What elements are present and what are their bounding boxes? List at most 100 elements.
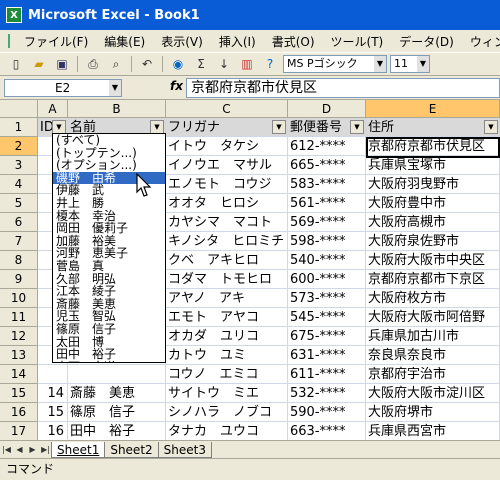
table-cell[interactable]: 16 <box>38 422 68 440</box>
row-header[interactable]: 13 <box>0 346 38 365</box>
table-cell[interactable]: 大阪府堺市 <box>366 403 500 422</box>
workbook-icon[interactable] <box>8 34 10 48</box>
table-cell[interactable]: 京都府京都市下京区 <box>366 270 500 289</box>
table-cell[interactable]: タナカ ユウコ <box>166 422 288 440</box>
row-header[interactable]: 4 <box>0 175 38 194</box>
table-cell[interactable]: 大阪府大阪市中央区 <box>366 251 500 270</box>
table-cell[interactable]: 590-**** <box>288 403 366 422</box>
font-size-select[interactable]: 11 ▼ <box>390 55 430 73</box>
tab-sheet3[interactable]: Sheet3 <box>157 441 212 458</box>
next-sheet-icon[interactable]: ▶ <box>26 445 39 454</box>
table-cell[interactable]: 兵庫県西宮市 <box>366 422 500 440</box>
menu-tools[interactable]: ツール(T) <box>323 33 392 50</box>
table-cell[interactable]: シノハラ ノブコ <box>166 403 288 422</box>
hyperlink-icon[interactable]: ◉ <box>168 55 188 73</box>
filter-dropdown-icon[interactable]: ▼ <box>52 120 66 134</box>
table-cell[interactable]: カヤシマ マコト <box>166 213 288 232</box>
row-header[interactable]: 17 <box>0 422 38 440</box>
table-cell[interactable]: コウノ エミコ <box>166 365 288 384</box>
table-cell[interactable]: キノシタ ヒロミチ <box>166 232 288 251</box>
menu-edit[interactable]: 編集(E) <box>96 33 153 50</box>
table-cell[interactable]: 631-**** <box>288 346 366 365</box>
column-header-d[interactable]: D <box>288 100 366 118</box>
table-cell[interactable] <box>38 365 68 384</box>
autofilter-dropdown-list[interactable]: (すべて) (トップテン...) (オプション...) 磯野 由希 伊藤 武井上 勝榎本… <box>52 133 166 363</box>
column-header-c[interactable]: C <box>166 100 288 118</box>
menu-file[interactable]: ファイル(F) <box>16 33 96 50</box>
table-cell[interactable]: 583-**** <box>288 175 366 194</box>
row-header[interactable]: 3 <box>0 156 38 175</box>
table-cell[interactable]: サイトウ ミエ <box>166 384 288 403</box>
row-header[interactable]: 7 <box>0 232 38 251</box>
select-all-corner[interactable] <box>0 100 38 118</box>
table-cell[interactable]: 569-**** <box>288 213 366 232</box>
column-header-a[interactable]: A <box>38 100 68 118</box>
row-header[interactable]: 10 <box>0 289 38 308</box>
name-box[interactable]: E2 ▼ <box>4 79 122 97</box>
filter-option[interactable]: 江本 綾子 <box>53 285 165 298</box>
open-icon[interactable]: ▰ <box>29 55 49 73</box>
filter-option[interactable]: 岡田 優莉子 <box>53 222 165 235</box>
table-cell[interactable]: 532-**** <box>288 384 366 403</box>
print-icon[interactable]: ⎙ <box>83 55 103 73</box>
table-cell[interactable]: 田中 裕子 <box>68 422 166 440</box>
filter-dropdown-icon[interactable]: ▼ <box>484 120 498 134</box>
row-header[interactable]: 6 <box>0 213 38 232</box>
filter-option[interactable]: 木下 宏道 <box>53 361 165 362</box>
menu-view[interactable]: 表示(V) <box>153 33 211 50</box>
undo-icon[interactable]: ↶ <box>137 55 157 73</box>
table-cell[interactable]: 611-**** <box>288 365 366 384</box>
filter-dropdown-icon[interactable]: ▼ <box>350 120 364 134</box>
table-cell[interactable]: アヤノ アキ <box>166 289 288 308</box>
row-header[interactable]: 15 <box>0 384 38 403</box>
chevron-down-icon[interactable]: ▼ <box>374 56 386 72</box>
table-cell[interactable]: オカダ ユリコ <box>166 327 288 346</box>
table-cell[interactable]: カトウ ユミ <box>166 346 288 365</box>
table-cell[interactable]: 612-**** <box>288 137 366 156</box>
table-cell[interactable]: エモト アヤコ <box>166 308 288 327</box>
table-cell[interactable]: 14 <box>38 384 68 403</box>
menu-format[interactable]: 書式(O) <box>264 33 323 50</box>
save-icon[interactable]: ▣ <box>52 55 72 73</box>
filter-dropdown-icon[interactable]: ▼ <box>150 120 164 134</box>
table-cell[interactable]: 大阪府羽曳野市 <box>366 175 500 194</box>
chart-wizard-icon[interactable]: ▥ <box>237 55 257 73</box>
insert-function-icon[interactable]: fx <box>170 79 183 93</box>
tab-sheet2[interactable]: Sheet2 <box>104 441 159 458</box>
row-header[interactable]: 11 <box>0 308 38 327</box>
table-cell[interactable]: イトウ タケシ <box>166 137 288 156</box>
table-cell[interactable]: 545-**** <box>288 308 366 327</box>
filter-option[interactable]: 篠原 信子 <box>53 323 165 336</box>
prev-sheet-icon[interactable]: ◀ <box>13 445 26 454</box>
menu-insert[interactable]: 挿入(I) <box>211 33 264 50</box>
row-header[interactable]: 1 <box>0 118 38 137</box>
print-preview-icon[interactable]: ⌕ <box>106 55 126 73</box>
filter-option[interactable]: (オプション...) <box>53 159 165 172</box>
table-cell[interactable]: 斎藤 美恵 <box>68 384 166 403</box>
first-sheet-icon[interactable]: |◀ <box>0 445 13 454</box>
table-cell[interactable]: 兵庫県加古川市 <box>366 327 500 346</box>
filter-option[interactable]: (すべて) <box>53 134 165 147</box>
table-cell[interactable]: 561-**** <box>288 194 366 213</box>
table-cell[interactable]: 663-**** <box>288 422 366 440</box>
column-header-e[interactable]: E <box>366 100 500 118</box>
menu-data[interactable]: データ(D) <box>391 33 462 50</box>
filter-dropdown-icon[interactable]: ▼ <box>272 120 286 134</box>
table-cell[interactable]: 兵庫県宝塚市 <box>366 156 500 175</box>
column-header-b[interactable]: B <box>68 100 166 118</box>
chevron-down-icon[interactable]: ▼ <box>109 80 121 96</box>
table-cell[interactable]: 大阪府豊中市 <box>366 194 500 213</box>
table-header-cell[interactable]: 住所 <box>366 118 500 137</box>
table-cell[interactable]: 奈良県奈良市 <box>366 346 500 365</box>
table-cell[interactable]: 大阪府枚方市 <box>366 289 500 308</box>
help-icon[interactable]: ? <box>260 55 280 73</box>
row-header[interactable]: 14 <box>0 365 38 384</box>
table-cell[interactable]: コダマ トモヒロ <box>166 270 288 289</box>
table-cell[interactable]: 665-**** <box>288 156 366 175</box>
table-cell[interactable]: 大阪府大阪市阿倍野 <box>366 308 500 327</box>
row-header[interactable]: 16 <box>0 403 38 422</box>
table-header-cell[interactable]: フリガナ <box>166 118 288 137</box>
table-cell[interactable]: 京都府京都市伏見区 <box>366 137 500 156</box>
formula-input[interactable]: 京都府京都市伏見区 <box>186 78 500 98</box>
row-header[interactable]: 12 <box>0 327 38 346</box>
